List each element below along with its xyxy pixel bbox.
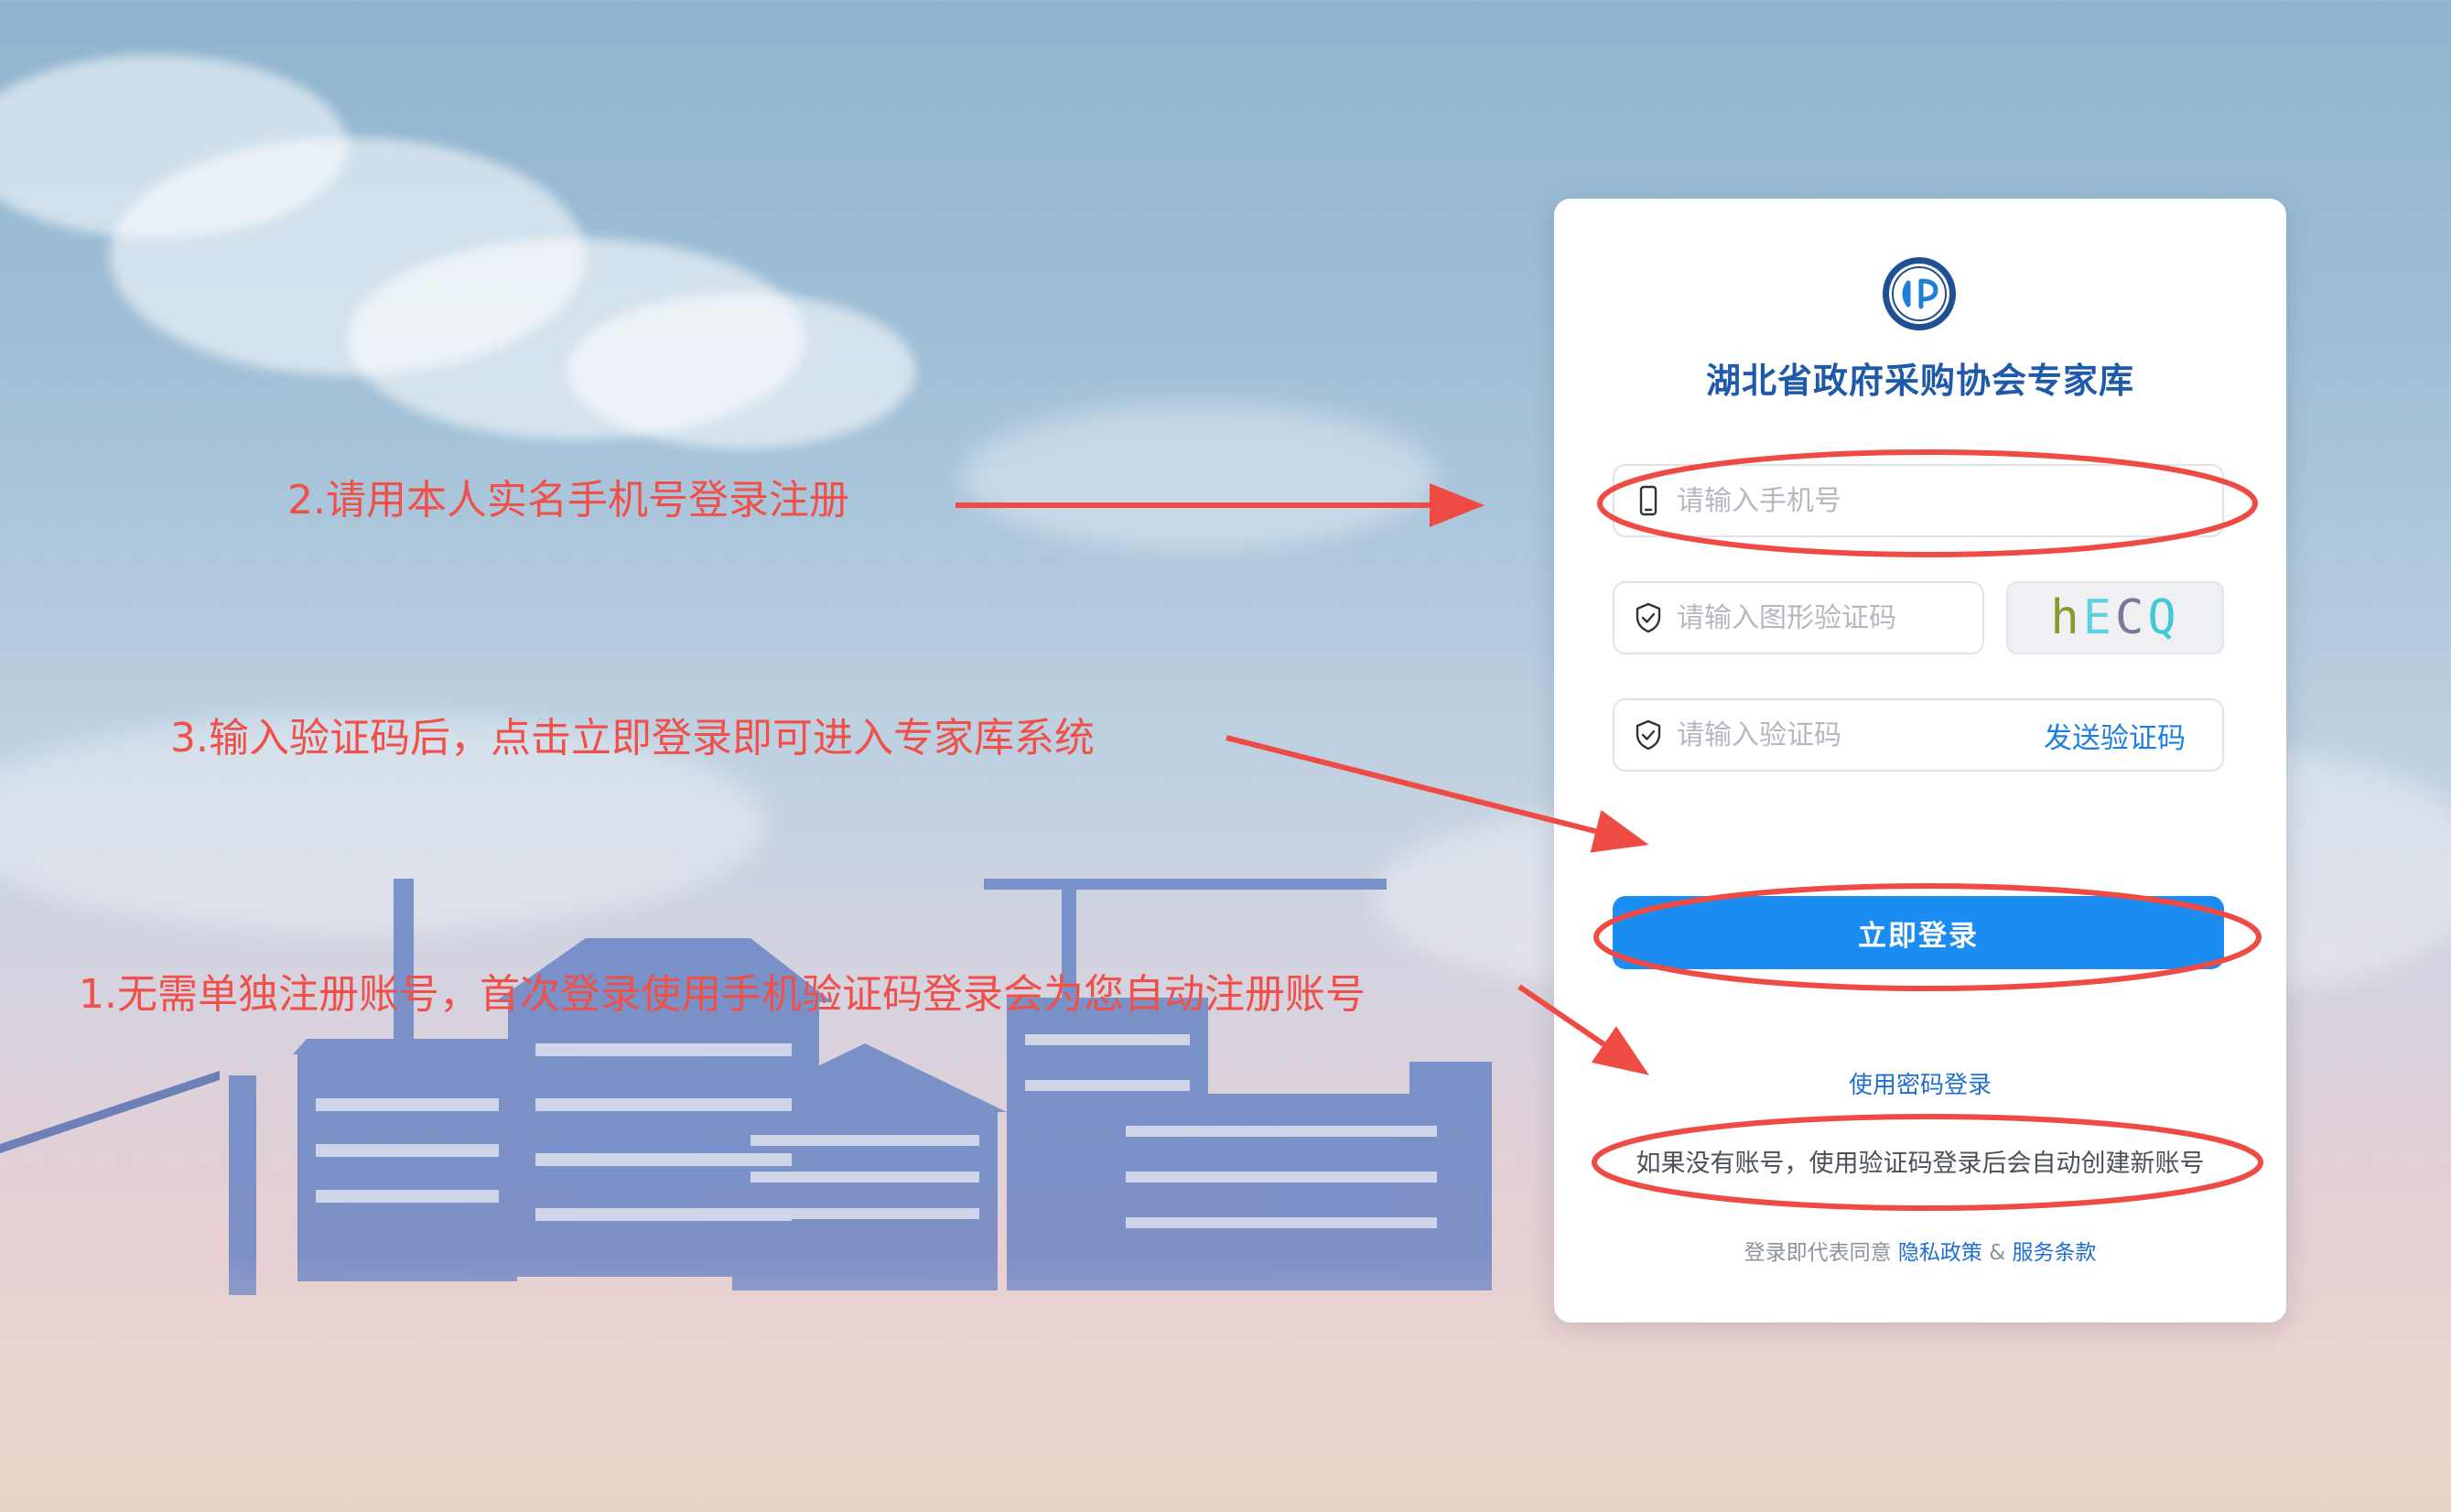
- auto-create-hint: 如果没有账号，使用验证码登录后会自动创建新账号: [1636, 1150, 2205, 1178]
- page-title: 湖北省政府采购协会专家库: [1705, 361, 2134, 401]
- login-button[interactable]: 立即登录: [1613, 896, 2224, 969]
- login-card: 湖北省政府采购协会专家库 hECQ 发送验证码 立即登录 使用密码登录 如果没有…: [1554, 199, 2286, 1323]
- send-code-button[interactable]: 发送验证码: [2044, 715, 2186, 756]
- captcha-text: hECQ: [2050, 590, 2180, 645]
- shield-check-icon: [1636, 602, 1661, 633]
- privacy-policy-link[interactable]: 隐私政策: [1898, 1241, 1982, 1265]
- captcha-image[interactable]: hECQ: [2006, 581, 2224, 654]
- captcha-field[interactable]: [1613, 581, 2018, 654]
- captcha-input[interactable]: [1677, 601, 2018, 634]
- ampersand: &: [1989, 1241, 2006, 1265]
- terms-of-service-link[interactable]: 服务条款: [2012, 1241, 2096, 1265]
- agreement-text: 登录即代表同意 隐私政策 & 服务条款: [1554, 1235, 2286, 1266]
- annotation-step1: 1.无需单独注册账号，首次登录使用手机验证码登录会为您自动注册账号: [79, 971, 1366, 1018]
- association-logo-icon: [1883, 257, 1956, 330]
- annotation-step3: 3.输入验证码后，点击立即登录即可进入专家库系统: [170, 715, 1095, 761]
- sms-code-field[interactable]: 发送验证码: [1613, 698, 2224, 772]
- phone-icon: [1639, 485, 1657, 516]
- shield-check-icon: [1636, 719, 1661, 751]
- password-login-link[interactable]: 使用密码登录: [1554, 1066, 2286, 1100]
- city-skyline: [0, 879, 1492, 1295]
- phone-input[interactable]: [1677, 484, 2222, 517]
- sms-code-input[interactable]: [1677, 718, 2044, 751]
- annotation-step2: 2.请用本人实名手机号登录注册: [287, 477, 849, 524]
- phone-field[interactable]: [1613, 464, 2224, 537]
- agreement-prefix: 登录即代表同意: [1744, 1241, 1892, 1265]
